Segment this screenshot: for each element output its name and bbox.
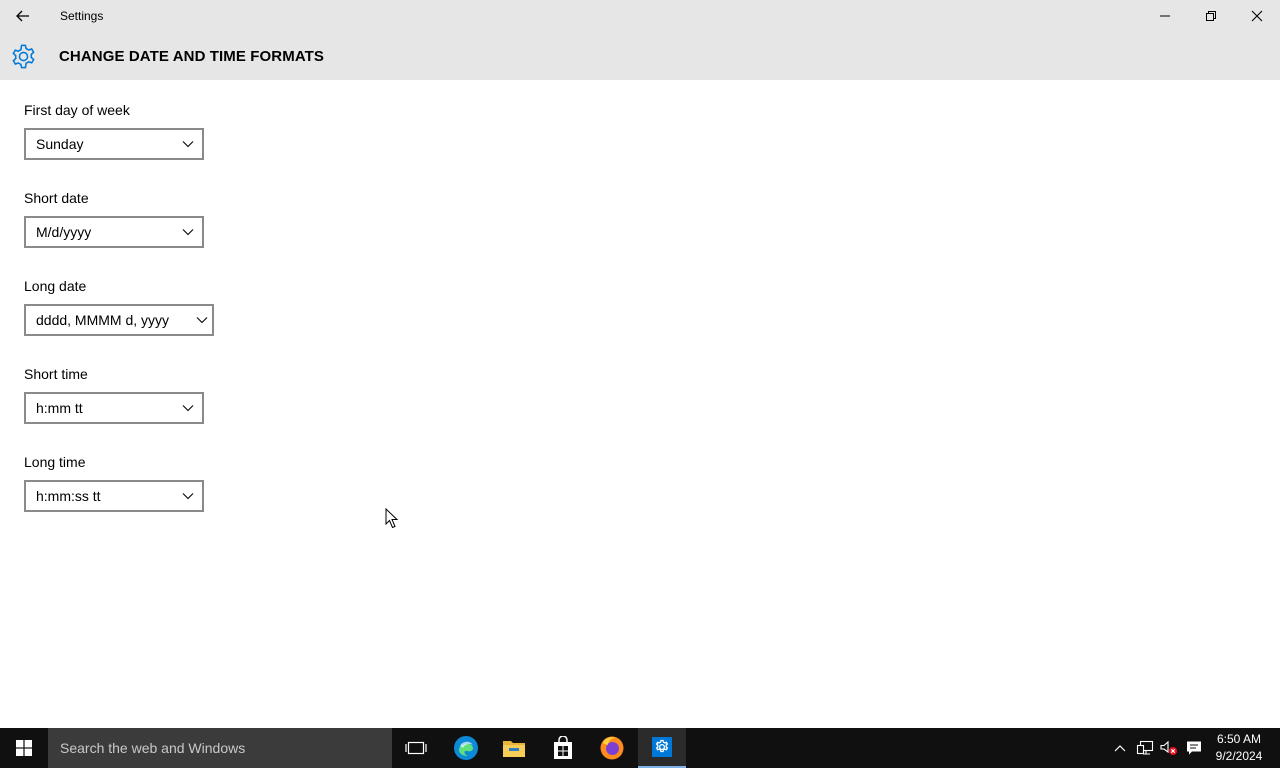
taskbar: Search the web and Windows 6:50 AM 9/2/2… — [0, 728, 1280, 768]
windows-logo-icon — [16, 740, 32, 756]
start-button[interactable] — [0, 728, 48, 768]
chevron-down-icon — [182, 141, 194, 148]
firefox-icon — [600, 736, 624, 760]
long-time-label: Long time — [24, 454, 86, 470]
mouse-cursor-icon — [385, 508, 399, 529]
title-bar: Settings — [0, 0, 1280, 32]
volume-muted-icon — [1160, 740, 1177, 755]
volume-tray-button[interactable] — [1159, 728, 1179, 768]
edge-icon — [454, 736, 478, 760]
settings-content: First day of week Sunday Short date M/d/… — [0, 80, 1280, 728]
edge-button[interactable] — [442, 728, 490, 768]
minimize-button[interactable] — [1142, 0, 1188, 32]
clock-date: 9/2/2024 — [1215, 749, 1263, 763]
network-tray-button[interactable] — [1135, 728, 1155, 768]
short-date-value: M/d/yyyy — [36, 224, 92, 240]
chevron-down-icon — [182, 229, 194, 236]
first-day-of-week-value: Sunday — [36, 136, 84, 152]
app-title: Settings — [60, 9, 104, 23]
chevron-down-icon — [182, 405, 194, 412]
firefox-button[interactable] — [588, 728, 636, 768]
chevron-down-icon — [182, 493, 194, 500]
action-center-button[interactable] — [1184, 728, 1204, 768]
gear-icon — [12, 44, 35, 69]
action-center-icon — [1187, 741, 1201, 755]
chevron-down-icon — [196, 317, 208, 324]
chevron-up-icon — [1114, 745, 1126, 752]
show-hidden-icons-button[interactable] — [1112, 728, 1128, 768]
search-placeholder: Search the web and Windows — [60, 740, 246, 756]
short-time-dropdown[interactable]: h:mm tt — [24, 392, 204, 424]
taskbar-search-box[interactable]: Search the web and Windows — [48, 728, 392, 768]
short-time-value: h:mm tt — [36, 400, 83, 416]
close-button[interactable] — [1234, 0, 1280, 32]
long-date-value: dddd, MMMM d, yyyy — [36, 312, 170, 328]
network-icon — [1136, 740, 1154, 755]
file-explorer-button[interactable] — [490, 728, 538, 768]
settings-icon — [652, 737, 672, 757]
page-header: CHANGE DATE AND TIME FORMATS — [0, 32, 1280, 80]
first-day-of-week-dropdown[interactable]: Sunday — [24, 128, 204, 160]
short-date-dropdown[interactable]: M/d/yyyy — [24, 216, 204, 248]
back-arrow-icon — [16, 10, 29, 22]
store-button[interactable] — [539, 728, 587, 768]
first-day-of-week-label: First day of week — [24, 102, 130, 118]
close-icon — [1251, 10, 1263, 22]
restore-button[interactable] — [1188, 0, 1234, 32]
task-view-icon — [405, 741, 427, 755]
long-date-dropdown[interactable]: dddd, MMMM d, yyyy — [24, 304, 214, 336]
long-time-value: h:mm:ss tt — [36, 488, 101, 504]
minimize-icon — [1160, 15, 1170, 17]
clock-time: 6:50 AM — [1216, 732, 1262, 746]
file-explorer-icon — [503, 741, 525, 757]
restore-icon — [1206, 11, 1216, 21]
page-title: CHANGE DATE AND TIME FORMATS — [59, 48, 325, 65]
short-date-label: Short date — [24, 190, 89, 206]
store-icon — [554, 736, 572, 759]
short-time-label: Short time — [24, 366, 88, 382]
settings-taskbar-button[interactable] — [638, 728, 686, 768]
long-time-dropdown[interactable]: h:mm:ss tt — [24, 480, 204, 512]
taskbar-clock[interactable]: 6:50 AM 9/2/2024 — [1204, 731, 1274, 765]
task-view-button[interactable] — [392, 728, 440, 768]
long-date-label: Long date — [24, 278, 87, 294]
back-button[interactable] — [0, 0, 46, 32]
